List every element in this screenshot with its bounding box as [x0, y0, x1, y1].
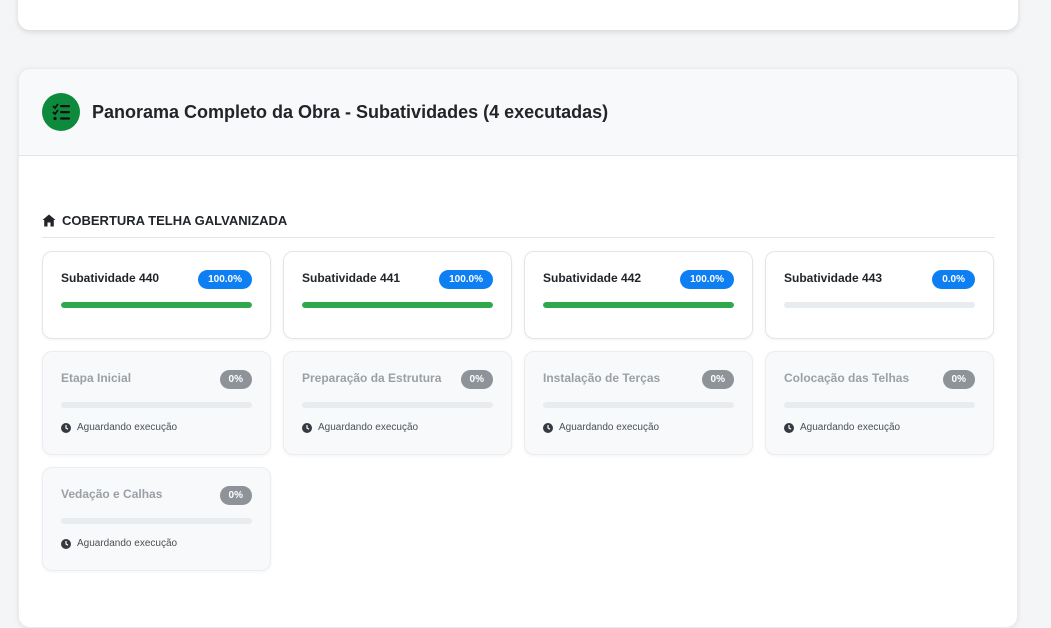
progress-badge: 100.0% — [198, 270, 252, 289]
clock-icon — [784, 422, 794, 433]
pending-stage-card[interactable]: Vedação e Calhas 0% Aguardando execução — [42, 467, 271, 571]
progress-badge: 0% — [219, 370, 252, 389]
status-line: Aguardando execução — [543, 422, 659, 433]
previous-card — [18, 0, 1018, 30]
subactivity-name: Subatividade 442 — [543, 271, 642, 285]
status-text: Aguardando execução — [318, 422, 419, 433]
stage-name: Vedação e Calhas — [61, 487, 163, 501]
subactivity-name: Subatividade 440 — [61, 271, 160, 285]
stage-name: Colocação das Telhas — [784, 371, 910, 385]
progress-bar-fill — [61, 302, 252, 308]
panel-title: Panorama Completo da Obra - Subatividade… — [92, 101, 609, 122]
clock-icon — [61, 538, 71, 549]
clock-icon — [543, 422, 553, 433]
progress-badge: 0.0% — [932, 270, 975, 289]
overview-panel: Panorama Completo da Obra - Subatividade… — [18, 68, 1018, 628]
subactivity-name: Subatividade 441 — [302, 271, 401, 285]
progress-bar — [61, 518, 252, 524]
progress-bar — [61, 402, 252, 408]
section-title: COBERTURA TELHA GALVANIZADA — [62, 213, 288, 228]
clock-icon — [61, 422, 71, 433]
subactivity-card[interactable]: Subatividade 441 100.0% — [283, 251, 512, 339]
panel-header: Panorama Completo da Obra - Subatividade… — [19, 69, 1017, 156]
pending-stage-card[interactable]: Instalação de Terças 0% Aguardando execu… — [524, 351, 753, 455]
progress-bar — [61, 302, 252, 308]
progress-bar — [543, 302, 734, 308]
stage-name: Instalação de Terças — [543, 371, 661, 385]
progress-badge: 100.0% — [680, 270, 734, 289]
status-text: Aguardando execução — [77, 422, 178, 433]
progress-badge: 0% — [219, 486, 252, 505]
progress-bar — [302, 402, 493, 408]
progress-badge: 0% — [460, 370, 493, 389]
status-text: Aguardando execução — [559, 422, 660, 433]
progress-bar-fill — [543, 302, 734, 308]
home-icon — [42, 214, 56, 227]
status-line: Aguardando execução — [61, 422, 177, 433]
progress-bar — [302, 302, 493, 308]
pending-stage-card[interactable]: Preparação da Estrutura 0% Aguardando ex… — [283, 351, 512, 455]
subactivity-name: Subatividade 443 — [784, 271, 883, 285]
progress-badge: 100.0% — [439, 270, 493, 289]
stage-name: Preparação da Estrutura — [302, 371, 442, 385]
progress-bar — [543, 402, 734, 408]
status-line: Aguardando execução — [784, 422, 900, 433]
status-line: Aguardando execução — [302, 422, 418, 433]
progress-bar-fill — [302, 302, 493, 308]
subactivity-grid: Subatividade 440 100.0% Subatividade 441… — [42, 251, 994, 571]
status-text: Aguardando execução — [800, 422, 901, 433]
stage-name: Etapa Inicial — [61, 371, 132, 385]
section-header: COBERTURA TELHA GALVANIZADA — [42, 213, 995, 238]
tasks-list-icon — [42, 93, 80, 131]
status-line: Aguardando execução — [61, 538, 177, 549]
subactivity-card[interactable]: Subatividade 443 0.0% — [765, 251, 994, 339]
pending-stage-card[interactable]: Colocação das Telhas 0% Aguardando execu… — [765, 351, 994, 455]
clock-icon — [302, 422, 312, 433]
progress-badge: 0% — [701, 370, 734, 389]
progress-bar — [784, 402, 975, 408]
pending-stage-card[interactable]: Etapa Inicial 0% Aguardando execução — [42, 351, 271, 455]
subactivity-card[interactable]: Subatividade 440 100.0% — [42, 251, 271, 339]
progress-badge: 0% — [942, 370, 975, 389]
status-text: Aguardando execução — [77, 538, 178, 549]
subactivity-card[interactable]: Subatividade 442 100.0% — [524, 251, 753, 339]
progress-bar — [784, 302, 975, 308]
